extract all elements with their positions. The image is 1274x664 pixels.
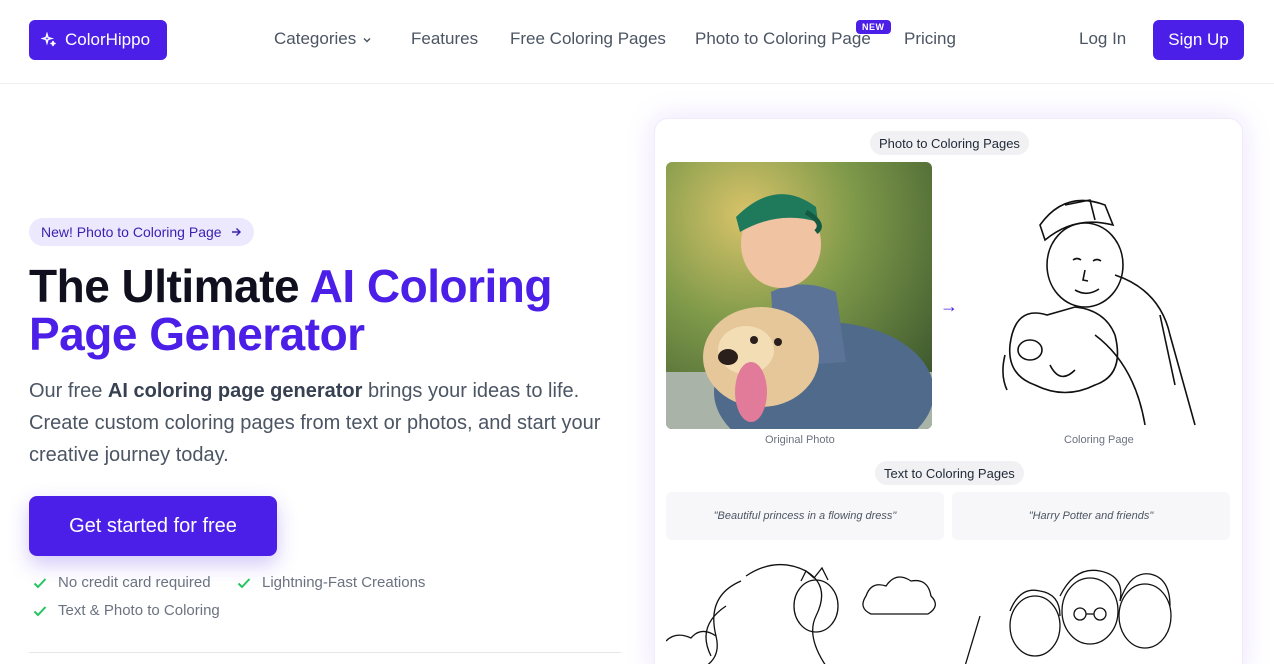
nav-features[interactable]: Features — [411, 29, 478, 49]
prompt-card: "Harry Potter and friends" — [952, 492, 1230, 540]
arrow-right-icon — [231, 228, 241, 236]
coloring-page-caption: Coloring Page — [1064, 434, 1134, 446]
divider — [29, 652, 621, 653]
get-started-button[interactable]: Get started for free — [29, 496, 277, 556]
desc-bold: AI coloring page generator — [107, 380, 363, 402]
check-label: No credit card required — [58, 574, 211, 591]
login-link[interactable]: Log In — [1079, 29, 1126, 49]
check-item: Text & Photo to Coloring — [32, 602, 220, 619]
logo-button[interactable]: ColorHippo — [29, 20, 167, 60]
site-header: ColorHippo Categories Features Free Colo… — [0, 0, 1274, 84]
text-section-label: Text to Coloring Pages — [875, 461, 1024, 485]
check-icon — [33, 577, 47, 588]
coloring-page-lineart — [1002, 199, 1196, 426]
original-photo — [666, 162, 932, 429]
announcement-pill[interactable]: New! Photo to Coloring Page — [29, 218, 254, 246]
nav-pricing[interactable]: Pricing — [904, 29, 956, 49]
nav-photo-to-coloring-page[interactable]: Photo to Coloring Page — [695, 29, 871, 49]
check-icon — [237, 577, 251, 588]
harry-potter-sketch — [964, 569, 1172, 664]
announcement-pill-label: New! Photo to Coloring Page — [41, 224, 222, 240]
prompt-card: "Beautiful princess in a flowing dress" — [666, 492, 944, 540]
sparkle-icon — [41, 32, 56, 47]
arrow-right-icon: → — [940, 296, 958, 316]
nav-categories-label: Categories — [274, 29, 357, 48]
hero-description: Our free AI coloring page generator brin… — [29, 375, 619, 471]
hero-title-plain: The Ultimate — [29, 260, 310, 312]
hero-title: The Ultimate AI Coloring Page Generator — [29, 262, 629, 358]
check-item: Lightning-Fast Creations — [236, 574, 425, 591]
check-icon — [33, 605, 47, 616]
check-label: Lightning-Fast Creations — [262, 574, 426, 591]
princess-sketch — [666, 563, 936, 664]
nav-free-coloring-pages[interactable]: Free Coloring Pages — [510, 29, 666, 49]
original-photo-caption: Original Photo — [765, 434, 835, 446]
check-label: Text & Photo to Coloring — [58, 602, 220, 619]
chevron-down-icon — [363, 37, 371, 43]
desc-pre: Our free — [29, 380, 108, 402]
nav-categories[interactable]: Categories — [274, 29, 372, 49]
photo-section-label: Photo to Coloring Pages — [870, 131, 1029, 155]
brand-name: ColorHippo — [65, 30, 151, 49]
signup-button[interactable]: Sign Up — [1153, 20, 1244, 60]
new-badge: NEW — [856, 20, 891, 34]
check-item: No credit card required — [32, 574, 211, 591]
